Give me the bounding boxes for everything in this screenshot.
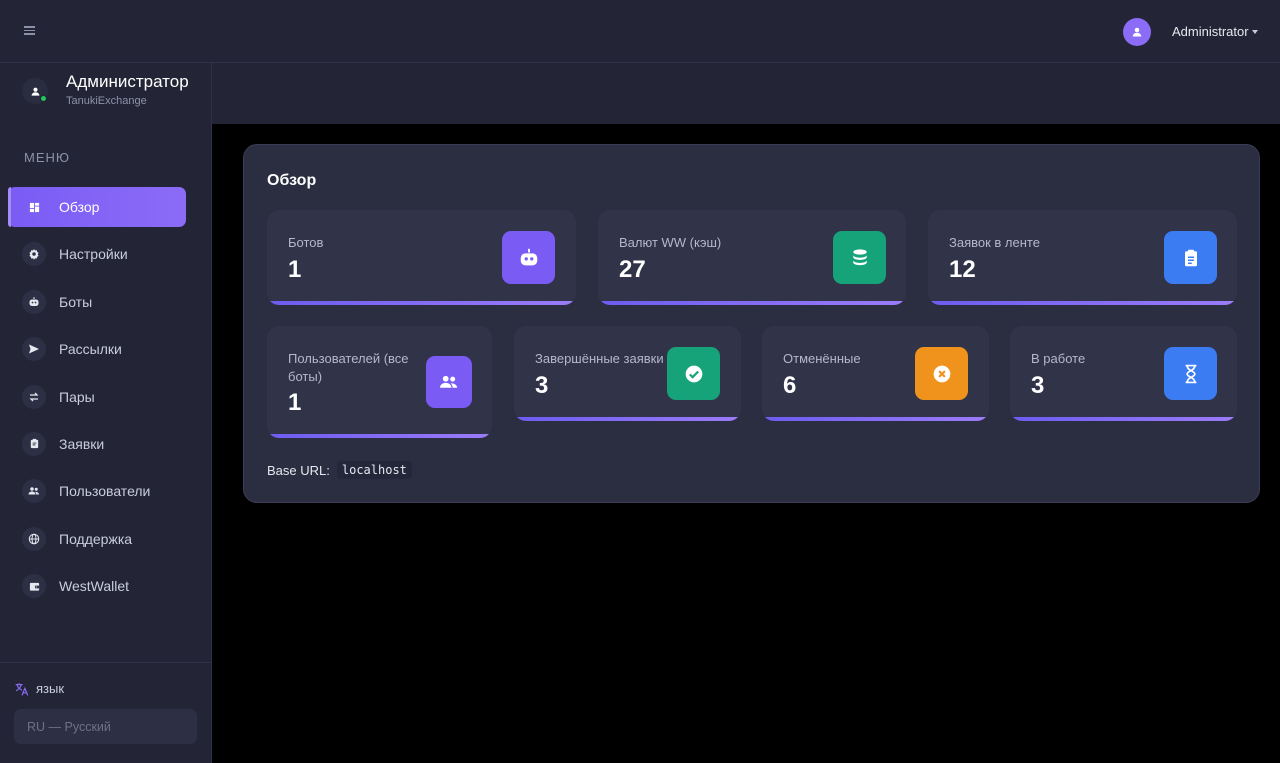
stat-value: 27 [619, 256, 646, 283]
globe-icon [22, 526, 46, 551]
gear-icon [22, 242, 46, 267]
x-circle-icon [915, 347, 968, 400]
base-url-label: Base URL: [267, 462, 330, 478]
user-menu-name[interactable]: Administrator [1172, 24, 1249, 39]
user-avatar[interactable] [1123, 18, 1151, 46]
stat-bar [267, 434, 492, 438]
stat-bar [928, 301, 1237, 305]
person-icon [31, 87, 39, 96]
stat-card-bots: Ботов 1 [267, 210, 576, 305]
stat-card-completed: Завершённые заявки 3 [514, 326, 741, 421]
chevron-down-icon[interactable] [1252, 30, 1258, 34]
sidebar-item-label: Заявки [59, 435, 105, 452]
stat-value: 6 [783, 372, 797, 399]
sidebar-item-label: Настройки [59, 246, 128, 263]
users-icon [426, 356, 472, 408]
stat-label: Завершённые заявки [535, 351, 664, 366]
stat-card-in-progress: В работе 3 [1010, 326, 1237, 421]
stat-label: Пользователей (все боты) [288, 351, 409, 384]
sidebar-item-label: Поддержка [59, 530, 133, 547]
stat-label: Ботов [288, 235, 324, 250]
sidebar-nav: Обзор Настройки Боты Рассылки Пары Заявк… [8, 187, 186, 614]
stat-bar [762, 417, 989, 421]
sidebar-item-label: Рассылки [59, 341, 122, 358]
profile-name: Администратор [66, 72, 189, 91]
stat-label: Валют WW (кэш) [619, 235, 722, 250]
stat-label: Отменённые [783, 351, 861, 366]
stat-card-users: Пользователей (все боты) 1 [267, 326, 492, 438]
top-bar: Administrator [0, 0, 1280, 63]
stat-label: Заявок в ленте [949, 235, 1040, 250]
database-icon [833, 231, 886, 284]
stat-card-feed-orders: Заявок в ленте 12 [928, 210, 1237, 305]
sidebar-item-mailings[interactable]: Рассылки [8, 329, 186, 369]
translate-icon [15, 682, 29, 696]
swap-icon [22, 384, 46, 409]
check-circle-icon [667, 347, 720, 400]
robot-icon [502, 231, 555, 284]
dashboard-icon [22, 195, 46, 219]
language-section-title: язык [14, 681, 64, 696]
stat-value: 3 [535, 372, 549, 399]
stat-bar [598, 301, 906, 305]
menu-section-title: МЕНЮ [24, 150, 71, 165]
clipboard-icon [1164, 231, 1217, 284]
users-icon [22, 479, 46, 504]
sidebar-item-label: Пары [59, 388, 95, 405]
language-label: язык [36, 681, 65, 696]
profile-subtitle: TanukiExchange [66, 95, 147, 107]
sidebar-item-label: WestWallet [59, 578, 130, 595]
sidebar-item-westwallet[interactable]: WestWallet [8, 566, 186, 606]
send-icon [22, 337, 46, 362]
page-subheader [212, 63, 1280, 124]
stat-value: 1 [288, 256, 302, 283]
clipboard-icon [22, 431, 46, 456]
sidebar-item-support[interactable]: Поддержка [8, 519, 186, 559]
overview-card: Обзор Ботов 1 Валют WW (кэш) 27 Заявок в… [243, 144, 1260, 503]
sidebar-profile: Администратор TanukiExchange [0, 62, 212, 124]
sidebar-item-overview[interactable]: Обзор [8, 187, 186, 227]
robot-icon [22, 289, 46, 314]
stat-card-currencies: Валют WW (кэш) 27 [598, 210, 906, 305]
sidebar-item-pairs[interactable]: Пары [8, 377, 186, 417]
sidebar-item-label: Обзор [59, 199, 100, 215]
base-url-value: localhost [336, 461, 412, 479]
stat-label: В работе [1031, 351, 1086, 366]
sidebar-item-users[interactable]: Пользователи [8, 471, 186, 511]
base-url-row: Base URL: localhost [267, 461, 412, 479]
online-status-dot [40, 95, 47, 102]
hourglass-icon [1164, 347, 1217, 400]
wallet-icon [22, 574, 46, 599]
stat-value: 3 [1031, 372, 1045, 399]
sidebar-item-label: Пользователи [59, 483, 151, 500]
stat-card-cancelled: Отменённые 6 [762, 326, 989, 421]
sidebar-item-label: Боты [59, 293, 93, 310]
stat-bar [1010, 417, 1237, 421]
stat-bar [267, 301, 576, 305]
person-icon [1132, 27, 1142, 37]
sidebar-item-bots[interactable]: Боты [8, 282, 186, 322]
language-select[interactable]: RU — Русский [14, 709, 197, 744]
page-title: Обзор [267, 172, 317, 189]
divider [0, 662, 212, 663]
sidebar-item-orders[interactable]: Заявки [8, 424, 186, 464]
sidebar-item-settings[interactable]: Настройки [8, 234, 186, 274]
stat-bar [514, 417, 741, 421]
stat-value: 1 [288, 389, 302, 416]
menu-toggle-icon[interactable] [24, 26, 35, 36]
stat-value: 12 [949, 256, 976, 283]
